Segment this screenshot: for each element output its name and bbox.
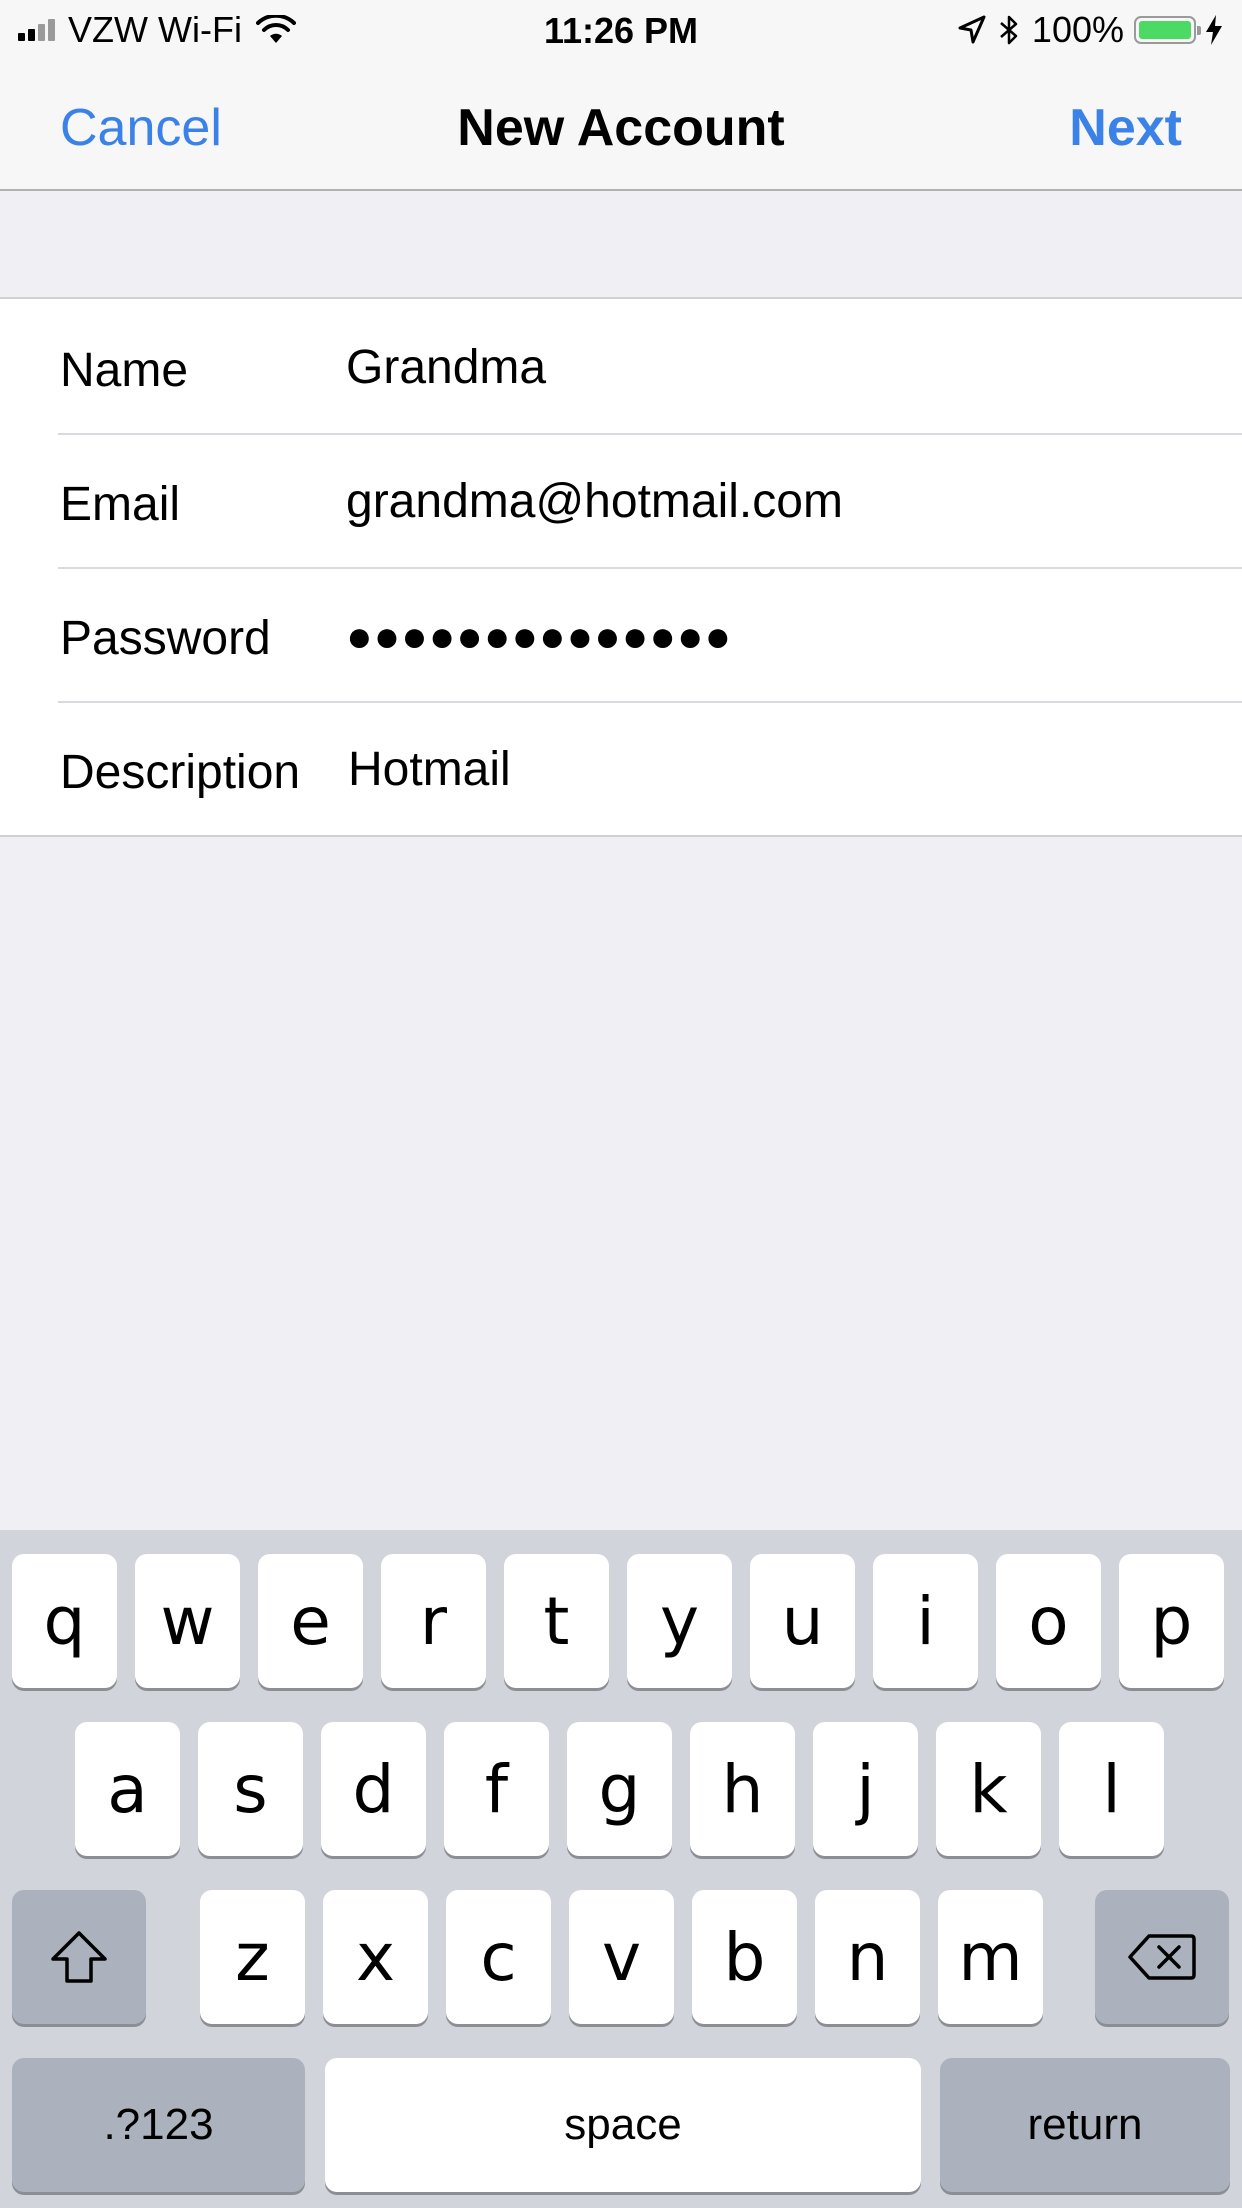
page-title: New Account bbox=[457, 99, 785, 157]
numbers-key[interactable]: .?123 bbox=[12, 2058, 305, 2192]
key-l[interactable]: l bbox=[1059, 1722, 1164, 1856]
key-s[interactable]: s bbox=[198, 1722, 303, 1856]
key-t[interactable]: t bbox=[504, 1554, 609, 1688]
key-i[interactable]: i bbox=[873, 1554, 978, 1688]
form-row-name[interactable]: Name bbox=[0, 299, 1242, 433]
key-m[interactable]: m bbox=[938, 1890, 1043, 2024]
form-row-description[interactable]: Description bbox=[0, 701, 1242, 835]
key-d[interactable]: d bbox=[321, 1722, 426, 1856]
bluetooth-icon bbox=[1000, 15, 1018, 45]
keyboard: .?123 space return qwertyuiop asdfghjkl zx… bbox=[0, 1530, 1242, 2208]
form-row-password[interactable]: Password bbox=[0, 567, 1242, 701]
key-k[interactable]: k bbox=[936, 1722, 1041, 1856]
key-v[interactable]: v bbox=[569, 1890, 674, 2024]
status-bar: VZW Wi-Fi 11:26 PM 100% bbox=[0, 0, 1242, 60]
battery-fill bbox=[1139, 21, 1191, 39]
battery-icon bbox=[1134, 16, 1201, 44]
key-y[interactable]: y bbox=[627, 1554, 732, 1688]
name-field[interactable] bbox=[346, 337, 1206, 397]
key-n[interactable]: n bbox=[815, 1890, 920, 2024]
description-field[interactable] bbox=[348, 739, 1208, 799]
delete-key[interactable] bbox=[1095, 1890, 1229, 2024]
key-p[interactable]: p bbox=[1119, 1554, 1224, 1688]
shift-key[interactable] bbox=[12, 1890, 146, 2024]
shift-icon bbox=[51, 1931, 107, 1983]
key-b[interactable]: b bbox=[692, 1890, 797, 2024]
battery-tip bbox=[1197, 26, 1201, 35]
key-z[interactable]: z bbox=[200, 1890, 305, 2024]
key-g[interactable]: g bbox=[567, 1722, 672, 1856]
name-label: Name bbox=[60, 344, 189, 397]
key-e[interactable]: e bbox=[258, 1554, 363, 1688]
key-w[interactable]: w bbox=[135, 1554, 240, 1688]
return-key[interactable]: return bbox=[940, 2058, 1230, 2192]
description-label: Description bbox=[60, 746, 301, 799]
email-field[interactable] bbox=[346, 471, 1206, 531]
space-key[interactable]: space bbox=[325, 2058, 921, 2192]
charging-bolt-icon bbox=[1206, 15, 1222, 45]
nav-bar: Cancel New Account Next bbox=[0, 60, 1242, 191]
form-row-email[interactable]: Email bbox=[0, 433, 1242, 567]
key-o[interactable]: o bbox=[996, 1554, 1101, 1688]
password-label: Password bbox=[60, 612, 271, 665]
status-right: 100% bbox=[946, 9, 1224, 50]
password-field[interactable] bbox=[346, 607, 1206, 667]
email-label: Email bbox=[60, 478, 181, 531]
delete-icon bbox=[1128, 1934, 1196, 1980]
key-r[interactable]: r bbox=[381, 1554, 486, 1688]
battery-percent: 100% bbox=[1031, 9, 1124, 50]
next-button[interactable]: Next bbox=[1069, 98, 1182, 158]
key-q[interactable]: q bbox=[12, 1554, 117, 1688]
key-a[interactable]: a bbox=[75, 1722, 180, 1856]
account-form: Name Email Password Description bbox=[0, 297, 1242, 837]
key-h[interactable]: h bbox=[690, 1722, 795, 1856]
key-f[interactable]: f bbox=[444, 1722, 549, 1856]
key-j[interactable]: j bbox=[813, 1722, 918, 1856]
key-c[interactable]: c bbox=[446, 1890, 551, 2024]
location-icon bbox=[958, 15, 986, 44]
screen: VZW Wi-Fi 11:26 PM 100% Cancel New Accou… bbox=[0, 0, 1242, 2208]
key-x[interactable]: x bbox=[323, 1890, 428, 2024]
key-u[interactable]: u bbox=[750, 1554, 855, 1688]
